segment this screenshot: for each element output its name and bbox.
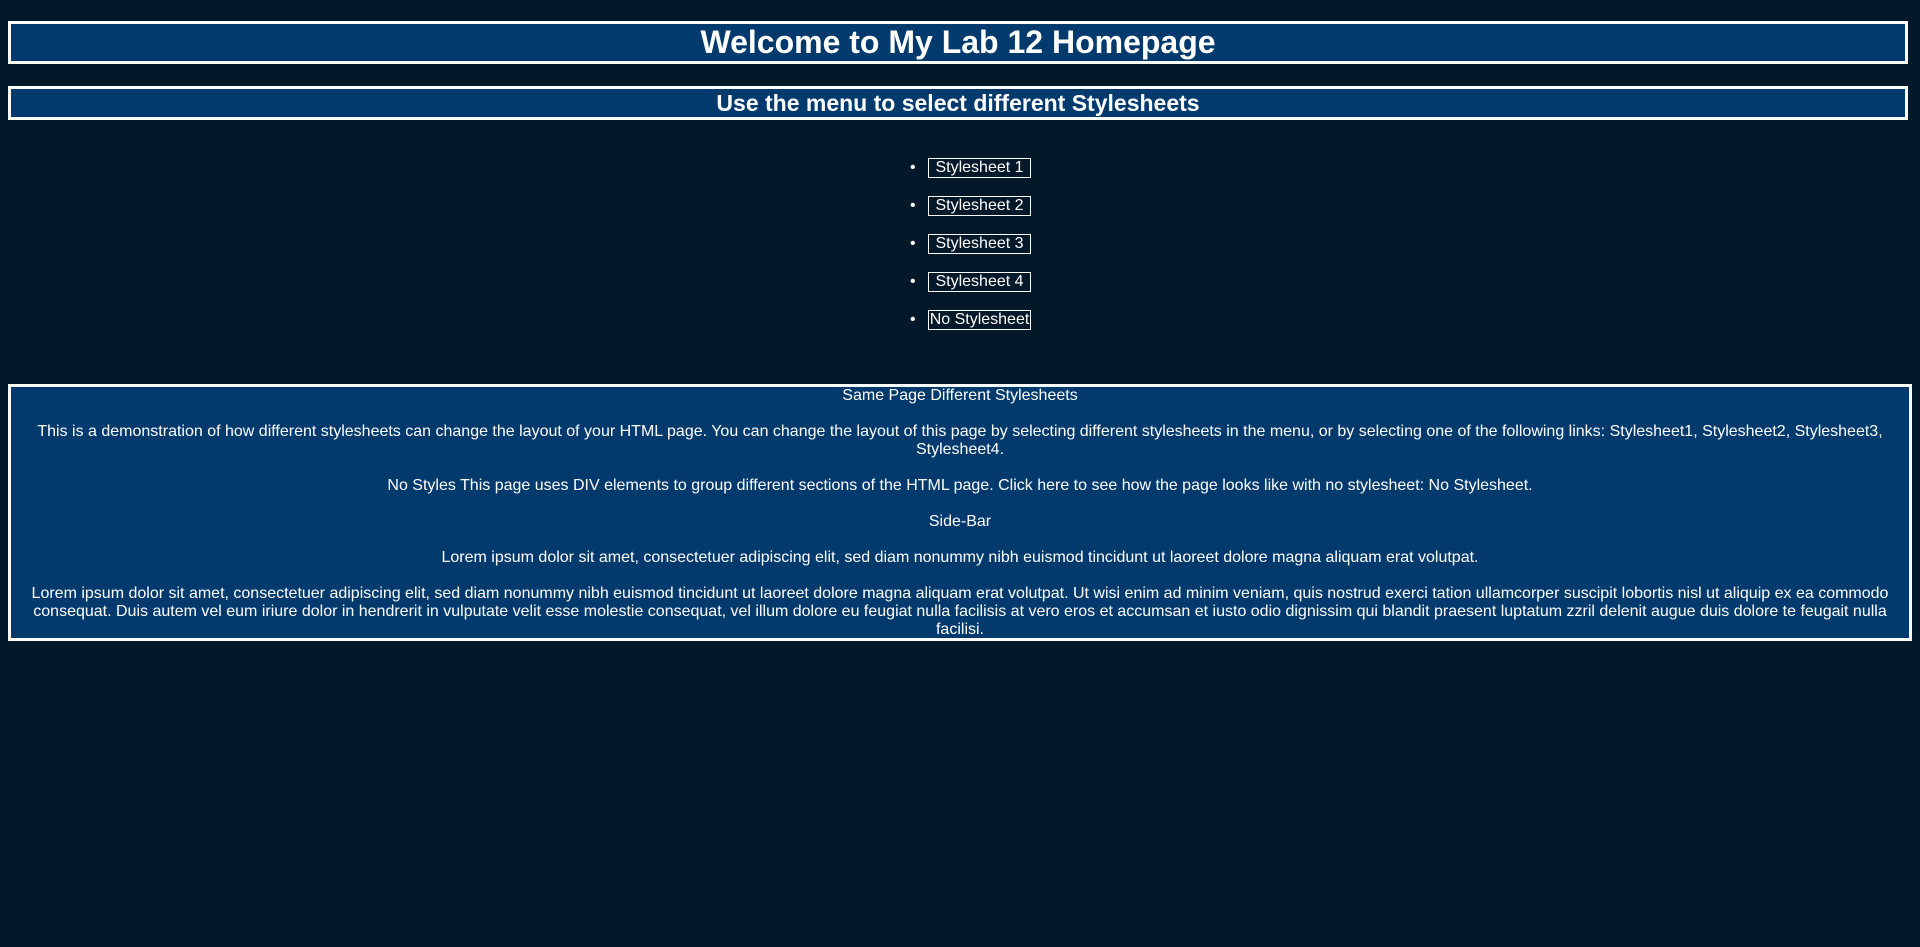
no-styles-text: This page uses DIV elements to group dif… xyxy=(460,477,1425,494)
link-stylesheet4[interactable]: Stylesheet4 xyxy=(916,441,1000,458)
content-heading: Same Page Different Stylesheets xyxy=(842,387,1078,404)
intro-text: This is a demonstration of how different… xyxy=(37,423,1606,440)
content-panel: Same Page Different Stylesheets This is … xyxy=(8,384,1912,641)
page-subtitle: Use the menu to select different Stylesh… xyxy=(8,86,1908,120)
stylesheet-1-button[interactable]: Stylesheet 1 xyxy=(928,158,1031,178)
menu-item-stylesheet-4: • Stylesheet 4 xyxy=(0,272,1920,310)
sidebar-heading: Side-Bar xyxy=(928,513,992,530)
link-no-stylesheet[interactable]: No Stylesheet xyxy=(1429,477,1529,494)
menu-item-stylesheet-1: • Stylesheet 1 xyxy=(0,158,1920,196)
bullet-icon: • xyxy=(910,311,916,328)
main-text: Lorem ipsum dolor sit amet, consectetuer… xyxy=(31,585,1889,638)
menu-item-stylesheet-3: • Stylesheet 3 xyxy=(0,234,1920,272)
bullet-icon: • xyxy=(910,273,916,290)
bullet-icon: • xyxy=(910,235,916,252)
menu-item-no-stylesheet: • No Stylesheet xyxy=(0,310,1920,348)
link-stylesheet2[interactable]: Stylesheet2 xyxy=(1702,423,1786,440)
bullet-icon: • xyxy=(910,159,916,176)
link-stylesheet1[interactable]: Stylesheet1 xyxy=(1610,423,1694,440)
no-styles-heading: No Styles xyxy=(387,477,456,494)
stylesheet-menu: • Stylesheet 1 • Stylesheet 2 • Styleshe… xyxy=(0,158,1920,348)
stylesheet-3-button[interactable]: Stylesheet 3 xyxy=(928,234,1031,254)
stylesheet-2-button[interactable]: Stylesheet 2 xyxy=(928,196,1031,216)
intro-paragraph: This is a demonstration of how different… xyxy=(37,423,1883,458)
sidebar-text: Lorem ipsum dolor sit amet, consectetuer… xyxy=(441,549,1479,566)
bullet-icon: • xyxy=(910,197,916,214)
stylesheet-4-button[interactable]: Stylesheet 4 xyxy=(928,272,1031,292)
menu-item-stylesheet-2: • Stylesheet 2 xyxy=(0,196,1920,234)
page-title: Welcome to My Lab 12 Homepage xyxy=(8,21,1908,64)
no-styles-paragraph: No Styles This page uses DIV elements to… xyxy=(387,477,1533,494)
no-stylesheet-button[interactable]: No Stylesheet xyxy=(928,310,1031,330)
link-stylesheet3[interactable]: Stylesheet3 xyxy=(1795,423,1879,440)
